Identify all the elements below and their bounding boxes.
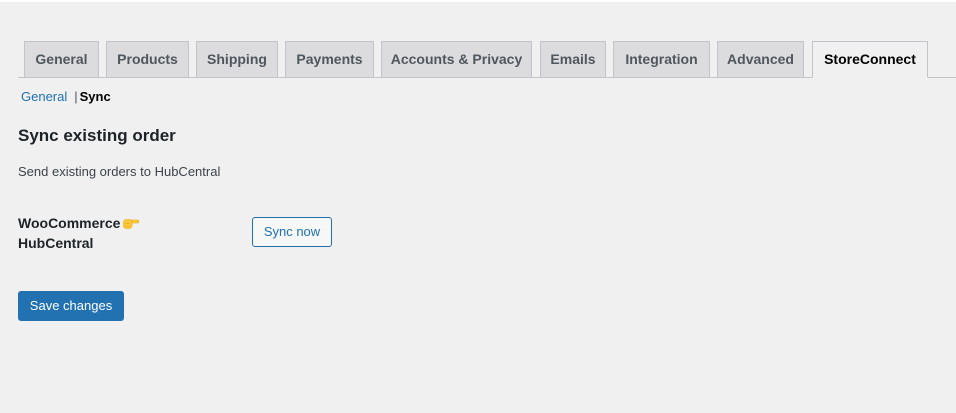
field-label-hubcentral: HubCentral	[18, 235, 94, 251]
section-title: Sync existing order	[18, 126, 176, 145]
section-description: Send existing orders to HubCentral	[18, 164, 221, 179]
tab-shipping[interactable]: Shipping	[196, 41, 278, 77]
tab-general[interactable]: General	[24, 41, 99, 77]
subnav-general-link[interactable]: General	[21, 89, 67, 104]
settings-screen: General Products Shipping Payments Accou…	[0, 2, 956, 413]
tab-advanced[interactable]: Advanced	[717, 41, 804, 77]
tab-storeconnect[interactable]: StoreConnect	[812, 41, 928, 78]
settings-tab-bar: General Products Shipping Payments Accou…	[18, 41, 956, 78]
tab-products[interactable]: Products	[106, 41, 189, 77]
sub-navigation: General | Sync	[21, 89, 111, 105]
sync-now-button[interactable]: Sync now	[252, 217, 332, 247]
sync-field-label: WooCommerce HubCentral	[18, 214, 218, 252]
pointing-hand-icon	[123, 216, 140, 234]
tab-emails[interactable]: Emails	[540, 41, 606, 77]
save-changes-button[interactable]: Save changes	[18, 291, 124, 321]
tab-payments[interactable]: Payments	[285, 41, 374, 77]
subnav-separator: |	[74, 89, 78, 104]
tab-integration[interactable]: Integration	[613, 41, 710, 77]
tab-accounts-privacy[interactable]: Accounts & Privacy	[381, 41, 532, 77]
subnav-current-sync: Sync	[79, 89, 111, 104]
field-label-woocommerce: WooCommerce	[18, 215, 121, 231]
